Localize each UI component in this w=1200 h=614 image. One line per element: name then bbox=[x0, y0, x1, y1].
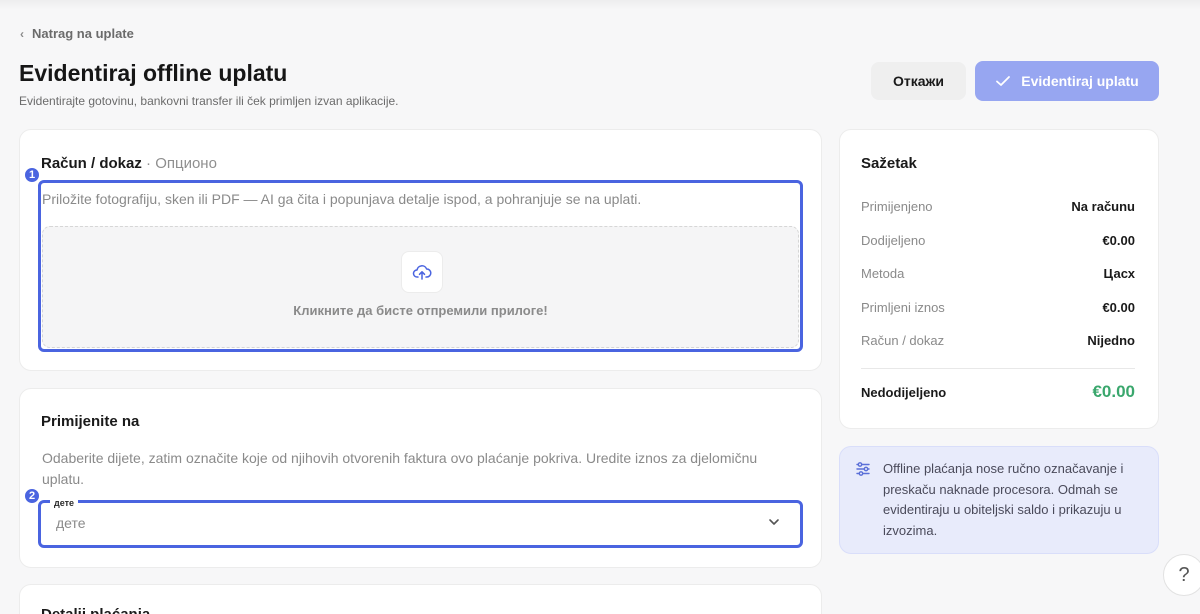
dropzone-text: Кликните да бисте отпремили прилоге! bbox=[293, 303, 548, 318]
upload-cloud-icon bbox=[401, 251, 443, 293]
chevron-down-icon bbox=[769, 519, 779, 525]
summary-row-receipt: Račun / dokaz Nijedno bbox=[861, 333, 1135, 348]
summary-row-applied: Primijenjeno Na računu bbox=[861, 199, 1135, 214]
back-link[interactable]: ‹ Natrag na uplate bbox=[20, 26, 134, 41]
summary-label: Metoda bbox=[861, 266, 905, 281]
receipt-section-title: Račun / dokaz · Опционо bbox=[41, 155, 217, 172]
sliders-icon bbox=[856, 462, 870, 476]
chevron-left-icon: ‹ bbox=[20, 26, 24, 41]
summary-value: €0.00 bbox=[1102, 300, 1135, 315]
info-text: Offline plaćanja nose ručno označavanje … bbox=[883, 461, 1124, 538]
summary-divider bbox=[861, 368, 1135, 369]
summary-title: Sažetak bbox=[861, 155, 917, 172]
submit-button[interactable]: Evidentiraj uplatu bbox=[975, 61, 1159, 101]
child-select-value: дете bbox=[56, 515, 86, 531]
step-badge-1: 1 bbox=[23, 166, 41, 184]
summary-value: Цасх bbox=[1103, 266, 1136, 281]
cancel-button[interactable]: Откажи bbox=[871, 62, 966, 100]
summary-label: Račun / dokaz bbox=[861, 333, 945, 348]
submit-button-label: Evidentiraj uplatu bbox=[1021, 73, 1139, 89]
summary-row-allocated: Dodijeljeno €0.00 bbox=[861, 233, 1135, 248]
top-shadow bbox=[0, 0, 1200, 10]
back-link-label: Natrag na uplate bbox=[32, 26, 134, 41]
receipt-title: Račun / dokaz bbox=[41, 155, 142, 172]
apply-section-title: Primijenite na bbox=[41, 413, 140, 430]
details-section-title: Detalji plaćanja bbox=[41, 606, 150, 614]
child-select[interactable]: дете bbox=[42, 503, 799, 543]
summary-label: Dodijeljeno bbox=[861, 233, 926, 248]
help-icon: ? bbox=[1178, 563, 1190, 586]
step-badge-2: 2 bbox=[23, 487, 41, 505]
summary-value: €0.00 bbox=[1102, 233, 1135, 248]
page-subtitle: Evidentirajte gotovinu, bankovni transfe… bbox=[19, 94, 399, 108]
summary-row-received: Primljeni iznos €0.00 bbox=[861, 300, 1135, 315]
receipt-optional-tag: · Опционо bbox=[146, 155, 217, 172]
unallocated-value: €0.00 bbox=[1092, 382, 1135, 401]
help-button[interactable]: ? bbox=[1163, 554, 1200, 596]
summary-row-method: Metoda Цасх bbox=[861, 266, 1135, 281]
upload-dropzone[interactable]: Кликните да бисте отпремили прилоге! bbox=[42, 226, 799, 348]
summary-label: Primljeni iznos bbox=[861, 300, 945, 315]
summary-label: Primijenjeno bbox=[861, 199, 933, 214]
receipt-hint: Priložite fotografiju, sken ili PDF — AI… bbox=[42, 191, 642, 207]
page-title: Evidentiraj offline uplatu bbox=[19, 60, 288, 86]
unallocated-label: Nedodijeljeno bbox=[861, 385, 947, 400]
check-icon bbox=[996, 76, 1011, 86]
child-select-label: дете bbox=[50, 498, 79, 508]
summary-value: Na računu bbox=[1071, 199, 1135, 214]
apply-hint: Odaberite dijete, zatim označite koje od… bbox=[42, 450, 758, 487]
summary-value: Nijedno bbox=[1087, 333, 1135, 348]
